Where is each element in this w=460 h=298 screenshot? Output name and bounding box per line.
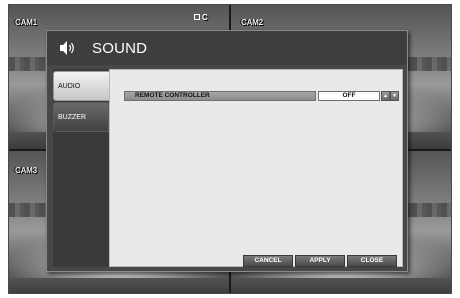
tab-audio[interactable]: AUDIO xyxy=(53,71,111,101)
speaker-icon xyxy=(60,41,74,55)
record-status-text: C xyxy=(202,13,208,22)
menu-sidebar: AUDIO BUZZER xyxy=(53,69,111,267)
dialog-title-bar: SOUND xyxy=(47,31,407,65)
cancel-button[interactable]: CANCEL xyxy=(243,255,293,267)
record-square-icon xyxy=(194,14,200,20)
camera-label-3: CAM3 xyxy=(15,166,37,175)
decrease-arrow-icon[interactable]: ▼ xyxy=(390,91,399,101)
sound-dialog: SOUND AUDIO BUZZER REMOTE CONTROLLER OFF… xyxy=(46,30,408,272)
record-status-indicator: C xyxy=(194,13,208,22)
increase-arrow-icon[interactable]: ▲ xyxy=(381,91,390,101)
settings-panel: REMOTE CONTROLLER OFF ▲ ▼ CANCEL APPLY C… xyxy=(109,69,403,267)
camera-label-2: CAM2 xyxy=(241,18,263,27)
camera-label-1: CAM1 xyxy=(15,18,37,27)
dialog-title: SOUND xyxy=(92,40,148,57)
remote-controller-label: REMOTE CONTROLLER xyxy=(124,91,316,101)
remote-controller-value[interactable]: OFF xyxy=(318,91,380,101)
tab-buzzer[interactable]: BUZZER xyxy=(53,102,109,132)
close-button[interactable]: CLOSE xyxy=(347,255,397,267)
apply-button[interactable]: APPLY xyxy=(295,255,345,267)
